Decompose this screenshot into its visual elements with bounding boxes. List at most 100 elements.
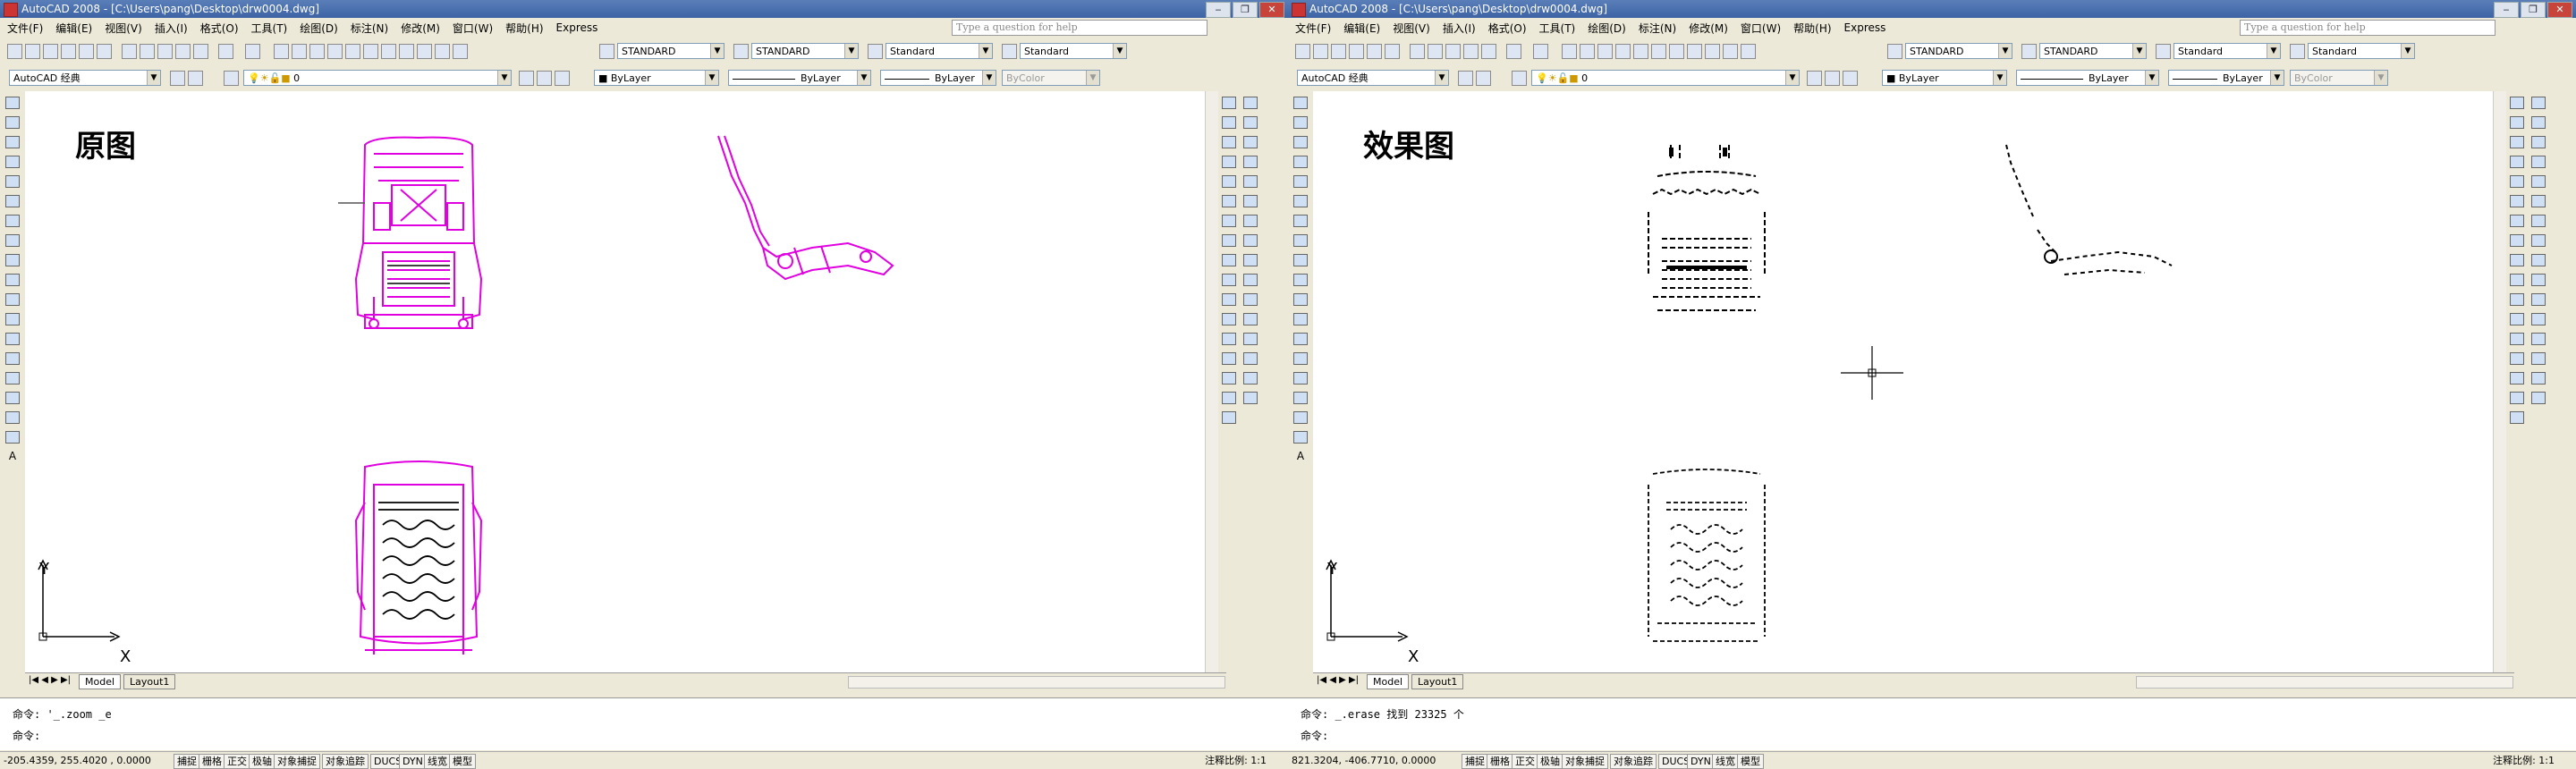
- mleader-style-select[interactable]: Standard ▼: [2308, 43, 2415, 59]
- publish-icon[interactable]: [97, 44, 112, 59]
- ellipse-arc-icon[interactable]: [1293, 293, 1308, 306]
- layer-states-icon[interactable]: [555, 71, 570, 86]
- toggle-otrack[interactable]: 对象追踪: [322, 754, 369, 769]
- layer-manager-icon[interactable]: [1512, 71, 1527, 86]
- diameter-icon[interactable]: [1222, 215, 1236, 227]
- command-prompt[interactable]: 命令:: [13, 729, 40, 743]
- circle-icon[interactable]: [5, 215, 20, 227]
- inspect-icon[interactable]: [2510, 392, 2524, 404]
- open-icon[interactable]: [25, 44, 40, 59]
- array-icon[interactable]: [2531, 175, 2546, 188]
- toggle-model[interactable]: 模型: [449, 754, 476, 769]
- offset-icon[interactable]: [2531, 156, 2546, 168]
- color-select[interactable]: ■ ByLayer ▼: [1882, 70, 2007, 86]
- mirror-icon[interactable]: [2531, 136, 2546, 148]
- table-style-select[interactable]: Standard ▼: [2174, 43, 2281, 59]
- explode-icon[interactable]: [2531, 392, 2546, 404]
- sheetset-icon[interactable]: [399, 44, 414, 59]
- table-style-select[interactable]: Standard ▼: [886, 43, 993, 59]
- publish-icon[interactable]: [1385, 44, 1400, 59]
- move-icon[interactable]: [1243, 195, 1258, 207]
- join-icon[interactable]: [2531, 333, 2546, 345]
- baseline-icon[interactable]: [1222, 274, 1236, 286]
- diameter-icon[interactable]: [2510, 215, 2524, 227]
- menu-draw[interactable]: 绘图(D): [1588, 21, 1626, 36]
- help-icon[interactable]: [1741, 44, 1756, 59]
- jogged-icon[interactable]: [1222, 195, 1236, 207]
- menu-express[interactable]: Express: [556, 21, 598, 34]
- close-icon[interactable]: ✕: [2547, 2, 2572, 18]
- linear-dim-icon[interactable]: [2510, 97, 2524, 109]
- menu-dimension[interactable]: 标注(N): [351, 21, 388, 36]
- tab-nav-arrows[interactable]: |◀ ◀ ▶ ▶|: [29, 675, 71, 685]
- insert-block-icon[interactable]: [5, 313, 20, 325]
- design-center-icon[interactable]: [363, 44, 378, 59]
- save-icon[interactable]: [1331, 44, 1346, 59]
- restore-icon[interactable]: ❐: [1233, 2, 1258, 18]
- toggle-grid[interactable]: 栅格: [1487, 754, 1513, 769]
- revcloud-icon[interactable]: [1293, 234, 1308, 247]
- toggle-grid[interactable]: 栅格: [199, 754, 225, 769]
- copy-icon[interactable]: [140, 44, 155, 59]
- undo-icon[interactable]: [1506, 44, 1521, 59]
- open-icon[interactable]: [1313, 44, 1328, 59]
- text-style-select[interactable]: STANDARD ▼: [617, 43, 724, 59]
- menu-tools[interactable]: 工具(T): [251, 21, 288, 36]
- calc-icon[interactable]: [1723, 44, 1738, 59]
- pan-icon[interactable]: [274, 44, 289, 59]
- jogged-icon[interactable]: [2510, 195, 2524, 207]
- radius-icon[interactable]: [1222, 175, 1236, 188]
- paste-icon[interactable]: [1445, 44, 1461, 59]
- help-search-input[interactable]: Type a question for help: [952, 20, 1208, 36]
- mtext-icon[interactable]: A: [5, 451, 20, 463]
- toggle-dyn[interactable]: DYN: [399, 754, 427, 769]
- toggle-snap[interactable]: 捕捉: [174, 754, 200, 769]
- trim-icon[interactable]: [2531, 274, 2546, 286]
- workspace-save-icon[interactable]: [188, 71, 203, 86]
- mleader-style-select[interactable]: Standard ▼: [1020, 43, 1127, 59]
- menu-modify[interactable]: 修改(M): [1689, 21, 1728, 36]
- brush-icon[interactable]: [193, 44, 208, 59]
- array-icon[interactable]: [1243, 175, 1258, 188]
- aligned-dim-icon[interactable]: [2510, 116, 2524, 129]
- rectangle-icon[interactable]: [5, 175, 20, 188]
- toggle-polar[interactable]: 极轴: [249, 754, 275, 769]
- matchprop-icon[interactable]: [175, 44, 191, 59]
- polygon-icon[interactable]: [1293, 156, 1308, 168]
- inspect-icon[interactable]: [1222, 392, 1236, 404]
- make-current-icon[interactable]: [519, 71, 534, 86]
- break-point-icon[interactable]: [1243, 313, 1258, 325]
- arc-length-icon[interactable]: [1222, 136, 1236, 148]
- app-icon[interactable]: [1292, 3, 1306, 17]
- tab-nav-arrows[interactable]: |◀ ◀ ▶ ▶|: [1317, 675, 1359, 685]
- gradient-icon[interactable]: [5, 392, 20, 404]
- polygon-icon[interactable]: [5, 156, 20, 168]
- tab-model[interactable]: Model: [1367, 674, 1410, 689]
- spline-icon[interactable]: [5, 254, 20, 266]
- chamfer-icon[interactable]: [1243, 352, 1258, 365]
- menu-view[interactable]: 视图(V): [1393, 21, 1430, 36]
- sheetset-icon[interactable]: [1687, 44, 1702, 59]
- menu-window[interactable]: 窗口(W): [453, 21, 493, 36]
- print-icon[interactable]: [1349, 44, 1364, 59]
- workspace-select[interactable]: AutoCAD 经典 ▼: [1297, 70, 1449, 86]
- scale-icon[interactable]: [1243, 234, 1258, 247]
- spacing-icon[interactable]: [1222, 313, 1236, 325]
- join-icon[interactable]: [1243, 333, 1258, 345]
- properties-icon[interactable]: [345, 44, 360, 59]
- center-mark-icon[interactable]: [2510, 372, 2524, 384]
- menu-tools[interactable]: 工具(T): [1539, 21, 1576, 36]
- ordinate-icon[interactable]: [1222, 156, 1236, 168]
- workspace-settings-icon[interactable]: [170, 71, 185, 86]
- tab-model[interactable]: Model: [79, 674, 122, 689]
- print-icon[interactable]: [61, 44, 76, 59]
- arc-icon[interactable]: [1293, 195, 1308, 207]
- save-icon[interactable]: [43, 44, 58, 59]
- spacing-icon[interactable]: [2510, 313, 2524, 325]
- drawing-canvas[interactable]: 效果图 Y X: [1313, 91, 2514, 672]
- menu-help[interactable]: 帮助(H): [1793, 21, 1831, 36]
- markup-icon[interactable]: [417, 44, 432, 59]
- markup-icon[interactable]: [1705, 44, 1720, 59]
- annotation-scale[interactable]: 注释比例: 1:1: [1205, 752, 1267, 769]
- jogged-linear-icon[interactable]: [2510, 411, 2524, 424]
